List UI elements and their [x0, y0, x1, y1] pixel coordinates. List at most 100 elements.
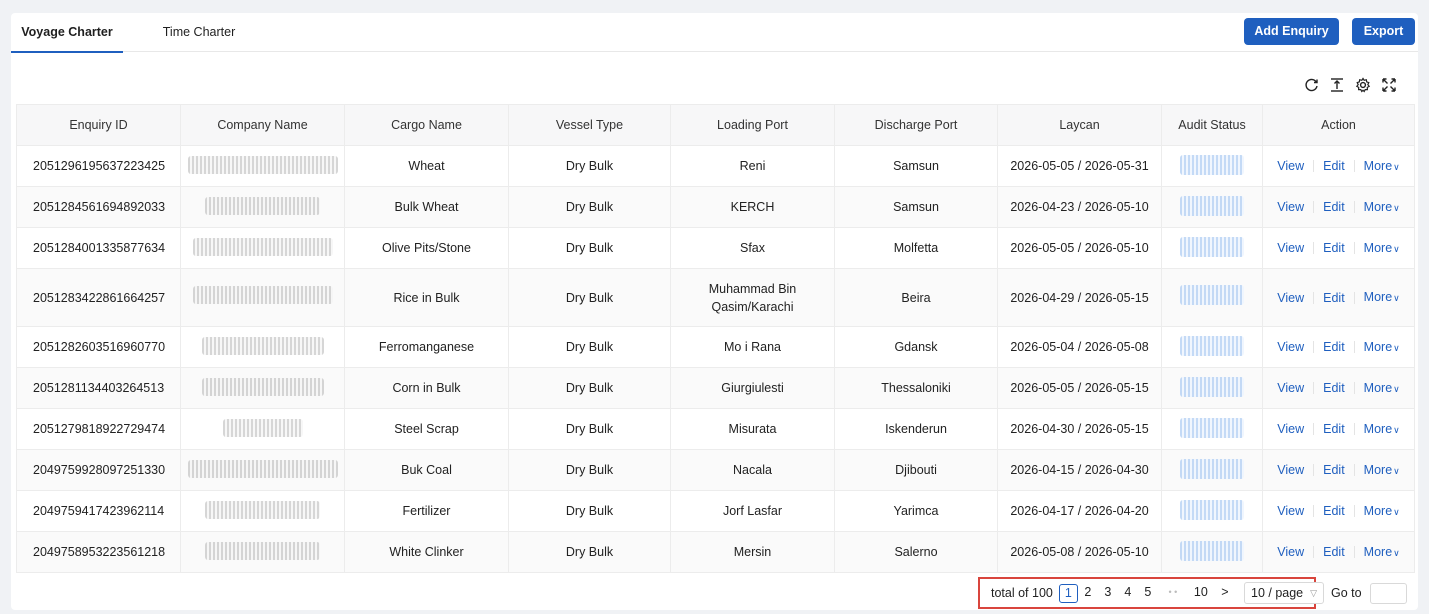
tab-time-charter[interactable]: Time Charter	[151, 13, 247, 52]
discharge-port-cell: Salerno	[834, 531, 998, 573]
more-dropdown[interactable]: More∨	[1364, 241, 1400, 255]
audit-status-badge	[1180, 285, 1244, 305]
fullscreen-icon[interactable]	[1380, 76, 1398, 94]
enquiry-id-cell: 2049759417423962114	[16, 490, 181, 532]
edit-link[interactable]: Edit	[1323, 241, 1345, 255]
column-header-vessel-type[interactable]: Vessel Type	[508, 104, 671, 146]
company-name-cell	[180, 227, 345, 269]
table-row: 2051283422861664257 Rice in Bulk Dry Bulk M…	[16, 268, 1415, 327]
chevron-down-icon: ∨	[1393, 548, 1400, 558]
column-header-loading-port[interactable]: Loading Port	[670, 104, 835, 146]
company-name-cell	[180, 145, 345, 187]
chevron-down-icon: ▽	[1310, 588, 1317, 598]
more-dropdown[interactable]: More∨	[1364, 159, 1400, 173]
view-link[interactable]: View	[1277, 422, 1304, 436]
company-name-cell	[180, 367, 345, 409]
goto-page-input[interactable]	[1370, 583, 1407, 604]
cargo-name-cell: Corn in Bulk	[344, 367, 509, 409]
view-link[interactable]: View	[1277, 381, 1304, 395]
edit-link[interactable]: Edit	[1323, 545, 1345, 559]
edit-link[interactable]: Edit	[1323, 381, 1345, 395]
view-link[interactable]: View	[1277, 340, 1304, 354]
table-row: 2051296195637223425 Wheat Dry Bulk Reni Sams…	[16, 145, 1415, 187]
action-divider	[1353, 464, 1355, 476]
add-enquiry-button[interactable]: Add Enquiry	[1244, 18, 1339, 45]
page-10[interactable]: 10	[1188, 584, 1214, 603]
more-dropdown[interactable]: More∨	[1364, 288, 1400, 307]
company-name-cell	[180, 490, 345, 532]
action-divider	[1313, 242, 1315, 254]
page-size-select[interactable]: 10 / page ▽	[1244, 582, 1324, 604]
more-dropdown[interactable]: More∨	[1364, 463, 1400, 477]
view-link[interactable]: View	[1277, 289, 1304, 307]
page-5[interactable]: 5	[1138, 584, 1158, 603]
page-4[interactable]: 4	[1118, 584, 1138, 603]
table-row: 2051279818922729474 Steel Scrap Dry Bulk Mi…	[16, 408, 1415, 450]
page-2[interactable]: 2	[1078, 584, 1098, 603]
more-dropdown[interactable]: More∨	[1364, 340, 1400, 354]
view-link[interactable]: View	[1277, 504, 1304, 518]
audit-status-badge	[1180, 335, 1244, 356]
audit-status-cell	[1161, 268, 1263, 327]
column-header-company-name[interactable]: Company Name	[180, 104, 345, 146]
edit-link[interactable]: Edit	[1323, 159, 1345, 173]
company-name-cell	[180, 186, 345, 228]
more-dropdown[interactable]: More∨	[1364, 381, 1400, 395]
view-link[interactable]: View	[1277, 241, 1304, 255]
tab-voyage-charter[interactable]: Voyage Charter	[11, 13, 123, 53]
view-link[interactable]: View	[1277, 200, 1304, 214]
discharge-port-cell: Thessaloniki	[834, 367, 998, 409]
page-1[interactable]: 1	[1058, 583, 1078, 603]
settings-icon[interactable]	[1354, 76, 1372, 94]
column-header-enquiry-id[interactable]: Enquiry ID	[16, 104, 181, 146]
loading-port-cell: Sfax	[670, 227, 835, 269]
action-cell: View Edit More∨	[1262, 186, 1415, 228]
refresh-icon[interactable]	[1303, 76, 1321, 94]
cargo-name-cell: Buk Coal	[344, 449, 509, 491]
edit-link[interactable]: Edit	[1323, 422, 1345, 436]
next-page-button[interactable]: >	[1214, 584, 1236, 603]
page-ellipsis[interactable]: • •	[1158, 584, 1188, 603]
cargo-name-cell: Rice in Bulk	[344, 268, 509, 327]
more-label: More	[1363, 159, 1393, 173]
discharge-port-cell: Iskenderun	[834, 408, 998, 450]
export-button[interactable]: Export	[1352, 18, 1415, 45]
discharge-port-cell: Molfetta	[834, 227, 998, 269]
company-name-redacted	[205, 196, 320, 215]
vessel-type-cell: Dry Bulk	[508, 367, 671, 409]
edit-link[interactable]: Edit	[1323, 340, 1345, 354]
column-header-cargo-name[interactable]: Cargo Name	[344, 104, 509, 146]
view-link[interactable]: View	[1277, 159, 1304, 173]
audit-status-badge	[1180, 236, 1244, 257]
column-header-audit-status[interactable]: Audit Status	[1161, 104, 1263, 146]
view-link[interactable]: View	[1277, 545, 1304, 559]
laycan-cell: 2026-04-17 / 2026-04-20	[997, 490, 1162, 532]
column-header-discharge-port[interactable]: Discharge Port	[834, 104, 998, 146]
audit-status-badge	[1180, 417, 1244, 438]
vessel-type-cell: Dry Bulk	[508, 531, 671, 573]
audit-status-cell	[1161, 367, 1263, 409]
vessel-type-cell: Dry Bulk	[508, 490, 671, 532]
page-3[interactable]: 3	[1098, 584, 1118, 603]
more-dropdown[interactable]: More∨	[1364, 545, 1400, 559]
column-header-laycan[interactable]: Laycan	[997, 104, 1162, 146]
edit-link[interactable]: Edit	[1323, 289, 1345, 307]
column-height-icon[interactable]	[1328, 76, 1346, 94]
view-link[interactable]: View	[1277, 463, 1304, 477]
edit-link[interactable]: Edit	[1323, 463, 1345, 477]
more-dropdown[interactable]: More∨	[1364, 504, 1400, 518]
company-name-redacted	[187, 155, 338, 174]
edit-link[interactable]: Edit	[1323, 504, 1345, 518]
company-name-cell	[180, 408, 345, 450]
vessel-type-cell: Dry Bulk	[508, 449, 671, 491]
vessel-type-cell: Dry Bulk	[508, 326, 671, 368]
edit-link[interactable]: Edit	[1323, 200, 1345, 214]
more-dropdown[interactable]: More∨	[1364, 422, 1400, 436]
audit-status-cell	[1161, 408, 1263, 450]
enquiry-id-cell: 2049759928097251330	[16, 449, 181, 491]
company-name-redacted	[222, 418, 303, 437]
more-dropdown[interactable]: More∨	[1364, 200, 1400, 214]
table-row: 2051284561694892033 Bulk Wheat Dry Bulk KER…	[16, 186, 1415, 228]
action-divider	[1313, 546, 1315, 558]
audit-status-badge	[1180, 376, 1244, 397]
